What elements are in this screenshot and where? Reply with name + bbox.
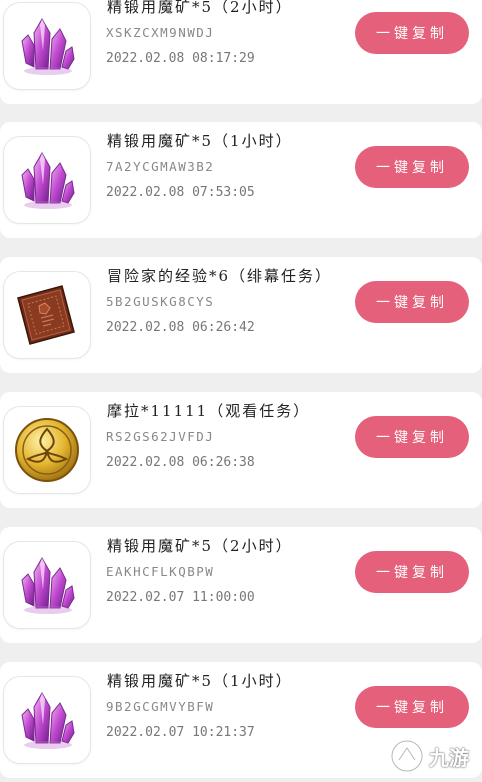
purple-crystal-icon (4, 677, 90, 763)
timestamp: 2022.02.07 10:21:37 (106, 725, 255, 740)
copy-code-button[interactable]: 一键复制 (355, 146, 469, 188)
jiuyou-logo-icon (390, 739, 424, 773)
redeem-code: 7A2YCGMAW3B2 (106, 159, 215, 174)
purple-crystal-icon (4, 542, 90, 628)
redeem-code: RS2GS62JVFDJ (106, 429, 215, 444)
redeem-code: 5B2GUSKG8CYS (106, 294, 215, 309)
gift-code-card: 精锻用魔矿*5（2小时） EAKHCFLKQBPW 2022.02.07 11:00… (0, 527, 482, 643)
reward-title: 精锻用魔矿*5（1小时） (107, 132, 293, 150)
copy-code-button[interactable]: 一键复制 (355, 416, 469, 458)
copy-code-button[interactable]: 一键复制 (355, 12, 469, 54)
copy-code-button[interactable]: 一键复制 (355, 281, 469, 323)
redeem-code: EAKHCFLKQBPW (106, 564, 215, 579)
gift-code-list: 精锻用魔矿*5（2小时） XSKZCXM9NWDJ 2022.02.08 08:17… (0, 0, 482, 782)
watermark-text: 九游 (429, 745, 469, 770)
gift-code-card: 冒险家的经验*6（绯幕任务） 5B2GUSKG8CYS 2022.02.08 06:… (0, 257, 482, 373)
purple-crystal-icon (4, 137, 90, 223)
timestamp: 2022.02.08 08:17:29 (106, 51, 255, 66)
timestamp: 2022.02.07 11:00:00 (106, 590, 255, 605)
reward-title: 精锻用魔矿*5（2小时） (107, 0, 293, 16)
timestamp: 2022.02.08 07:53:05 (106, 185, 255, 200)
brown-book-icon (4, 272, 90, 358)
gift-code-card: 精锻用魔矿*5（2小时） XSKZCXM9NWDJ 2022.02.08 08:17… (0, 0, 482, 104)
reward-title: 精锻用魔矿*5（1小时） (107, 672, 293, 690)
copy-code-button[interactable]: 一键复制 (355, 551, 469, 593)
gold-mora-coin-icon (4, 407, 90, 493)
gift-code-card: 精锻用魔矿*5（1小时） 7A2YCGMAW3B2 2022.02.08 07:53… (0, 122, 482, 238)
redeem-code: 9B2GCGMVYBFW (106, 699, 215, 714)
reward-title: 精锻用魔矿*5（2小时） (107, 537, 293, 555)
watermark: 九游 (387, 730, 482, 782)
redeem-code: XSKZCXM9NWDJ (106, 25, 215, 40)
reward-title: 摩拉*11111（观看任务） (107, 402, 311, 420)
timestamp: 2022.02.08 06:26:38 (106, 455, 255, 470)
copy-code-button[interactable]: 一键复制 (355, 686, 469, 728)
timestamp: 2022.02.08 06:26:42 (106, 320, 255, 335)
purple-crystal-icon (4, 3, 90, 89)
reward-title: 冒险家的经验*6（绯幕任务） (107, 267, 333, 285)
gift-code-card: 摩拉*11111（观看任务） RS2GS62JVFDJ 2022.02.08 06:… (0, 392, 482, 508)
